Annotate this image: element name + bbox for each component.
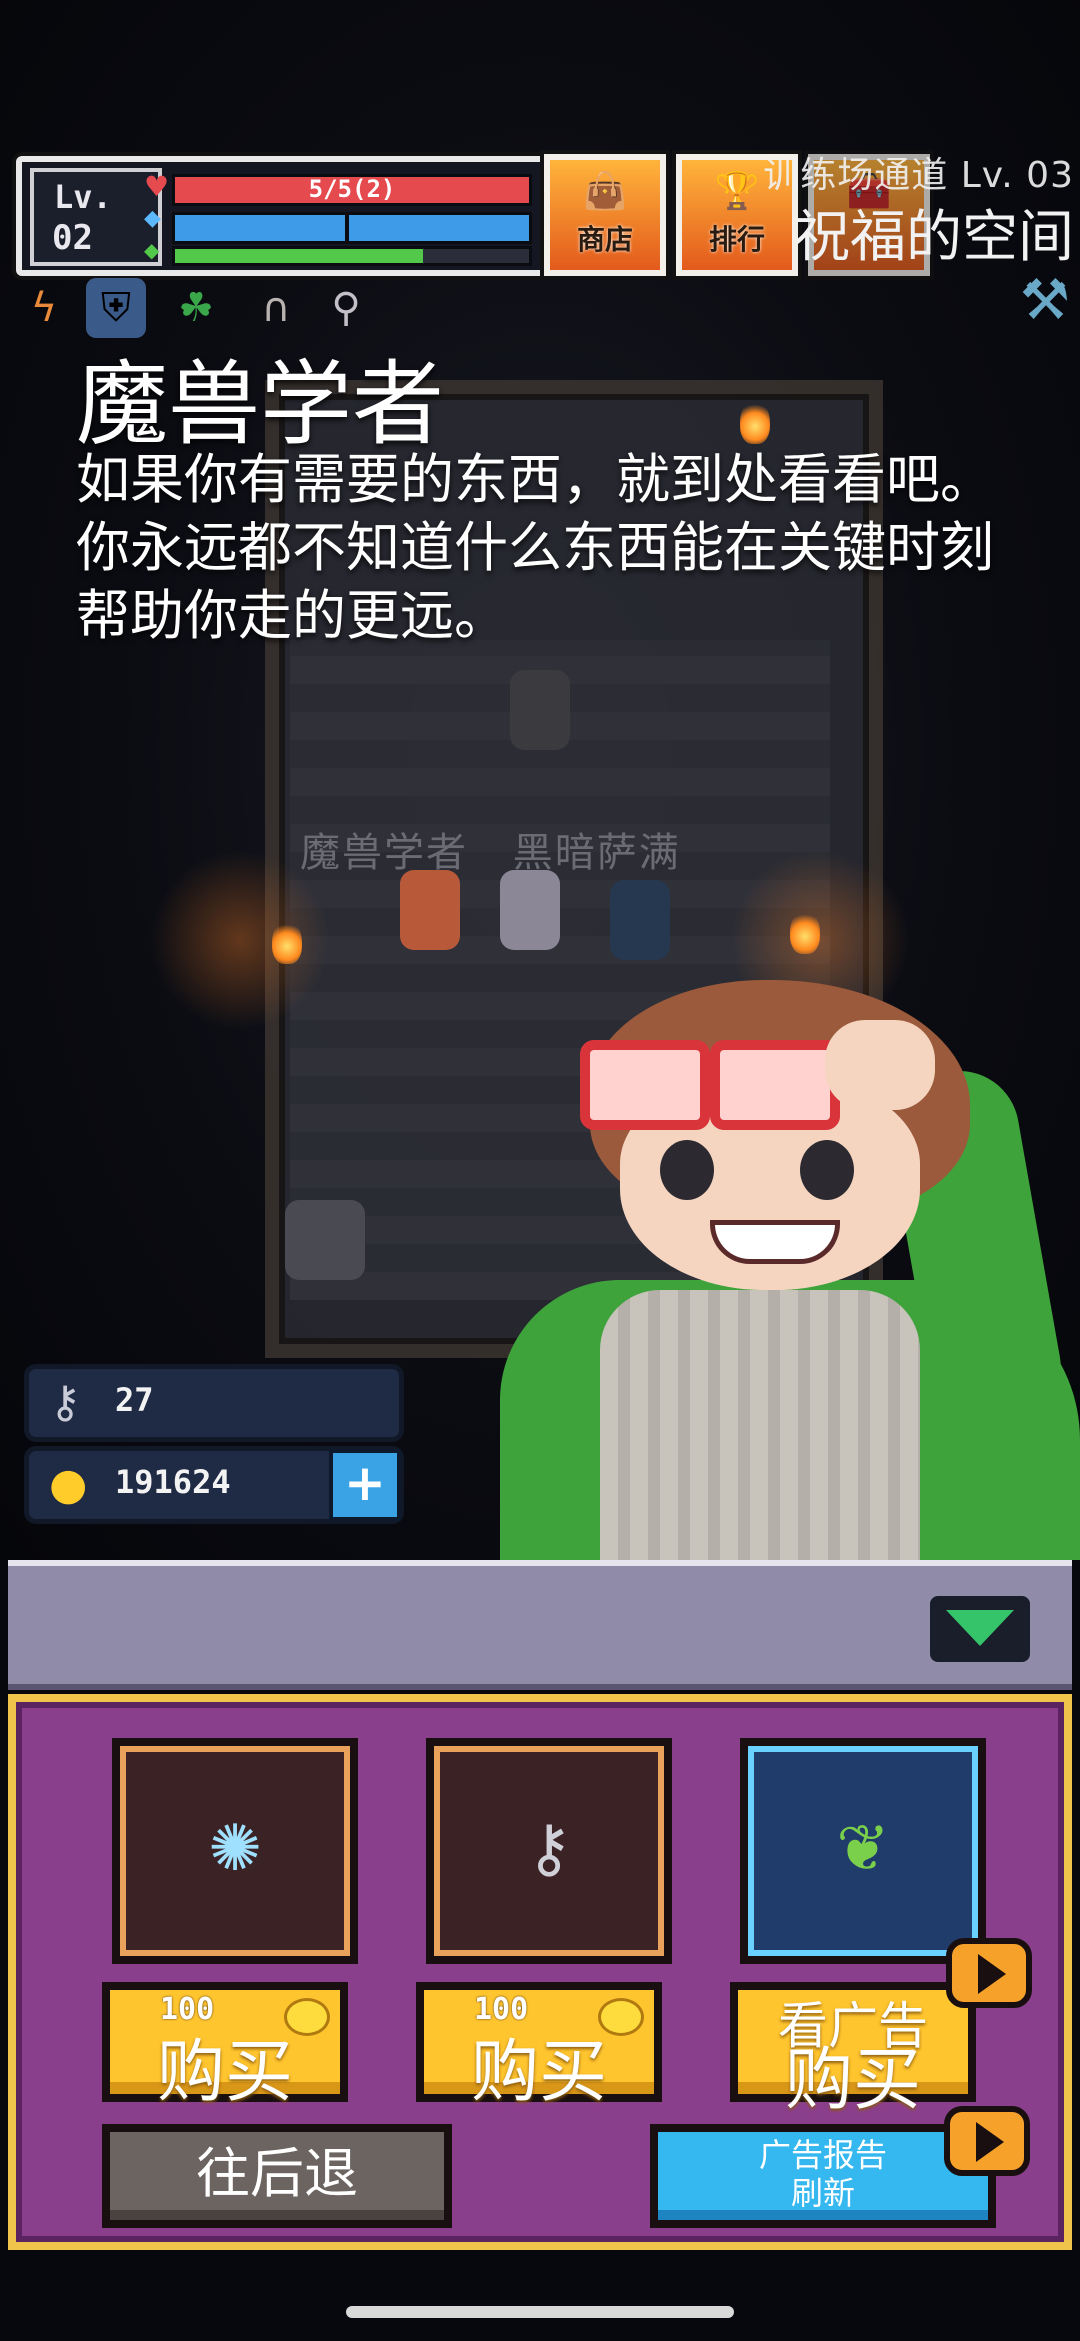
room-name: 祝福的空间 <box>794 205 1074 270</box>
play-icon <box>976 2122 1004 2162</box>
horseshoe-icon: ∩ <box>261 285 291 331</box>
refresh-label-line1: 广告报告 <box>758 2136 887 2174</box>
back-button[interactable]: 往后退 <box>102 2124 452 2228</box>
npc-label: 魔兽学者 <box>300 830 468 876</box>
portrait-eye <box>660 1140 714 1200</box>
buy-button-3[interactable]: 看广告 购买 <box>730 1982 976 2120</box>
key-icon: ⚷ <box>49 1377 82 1428</box>
torch-icon <box>740 400 770 444</box>
clover-icon: ☘ <box>178 285 214 331</box>
add-gold-button[interactable]: + <box>329 1449 401 1521</box>
dialogue-text: 如果你有需要的东西，就到处看看吧。你永远都不知道什么东西能在关键时刻帮助你走的更… <box>76 448 994 647</box>
crystal-orb-icon: ✺ <box>208 1812 262 1886</box>
shield-icon: ◆ <box>144 206 161 231</box>
npc-name-labels: 魔兽学者 黑暗萨满 <box>300 820 780 878</box>
level-box: Lv. 02 <box>30 168 162 266</box>
game-screen: 魔兽学者 黑暗萨满 Lv. 02 ♥ ◆ ◆ 5/5(2) 👜 商店 🏆 排行 … <box>0 0 1080 2341</box>
buy-label: 购买 <box>470 2033 607 2112</box>
keys-counter: ⚷ 27 <box>24 1364 404 1442</box>
key-icon: ⚷ <box>525 1812 573 1886</box>
shield-bar-divider <box>345 215 349 241</box>
energy-icon: ◆ <box>144 238 160 262</box>
npc-sprite <box>400 870 460 950</box>
keys-value: 27 <box>115 1381 154 1419</box>
gold-value: 191624 <box>115 1463 231 1501</box>
shop-panel: ✺ ⚷ ❦ 100 购买 100 购买 看广告 购买 往后退 广告报告 刷新 <box>8 1694 1072 2250</box>
goggle-lens <box>710 1040 840 1130</box>
portrait-eye <box>800 1140 854 1200</box>
location-title: 训练场通道 Lv. 03 祝福的空间 <box>763 146 1074 273</box>
ad-video-badge[interactable] <box>944 2106 1030 2176</box>
barrel-sprite <box>285 1200 365 1280</box>
npc-sprite <box>500 870 560 950</box>
player-status-panel[interactable]: Lv. 02 ♥ ◆ ◆ 5/5(2) <box>16 156 548 276</box>
buy-label: 购买 <box>784 2041 921 2120</box>
buy-button-1[interactable]: 100 购买 <box>102 1982 348 2112</box>
torch-icon <box>272 920 302 964</box>
buy-button-2[interactable]: 100 购买 <box>416 1982 662 2112</box>
whisk-icon: ⚲ <box>331 285 361 331</box>
refresh-label-line2: 刷新 <box>790 2174 855 2212</box>
chevron-down-icon <box>946 1610 1014 1646</box>
npc-sprite <box>510 670 570 750</box>
goggle-lens <box>580 1040 710 1130</box>
shield-bar <box>172 212 532 244</box>
green-leaf-item-icon: ❦ <box>836 1812 890 1886</box>
home-indicator[interactable] <box>346 2306 734 2318</box>
gold-counter: ● 191624 + <box>24 1446 404 1524</box>
ad-video-badge[interactable] <box>946 1938 1032 2008</box>
level-label: Lv. <box>54 178 112 216</box>
heart-icon: ♥ <box>144 170 170 203</box>
shop-item-slot-2[interactable]: ⚷ <box>426 1738 672 1964</box>
level-value: 02 <box>52 218 93 258</box>
shop-item-slot-1[interactable]: ✺ <box>112 1738 358 1964</box>
energy-bar-fill <box>175 249 423 263</box>
shopping-bag-icon: 👜 <box>582 171 628 212</box>
dungeon-name: 训练场通道 Lv. 03 <box>763 155 1074 196</box>
play-icon <box>978 1954 1006 1994</box>
buy-label: 购买 <box>156 2033 293 2112</box>
collapse-button[interactable] <box>930 1596 1030 1662</box>
gold-coin-icon: ● <box>49 1459 88 1510</box>
health-text: 5/5(2) <box>308 175 396 203</box>
shop-item-slot-3[interactable]: ❦ <box>740 1738 986 1964</box>
shop-button[interactable]: 👜 商店 <box>544 154 666 276</box>
portrait-sweater <box>600 1290 920 1560</box>
dialogue-speaker: 魔兽学者 <box>76 351 445 458</box>
axe-icon: ⚒ <box>1019 268 1070 333</box>
npc-label: 黑暗萨满 <box>512 830 681 876</box>
shield-buff-icon: ⛨ <box>86 278 146 338</box>
portrait-mouth <box>710 1220 840 1264</box>
npc-portrait <box>470 940 1080 1560</box>
shop-button-label: 商店 <box>576 223 633 256</box>
lightning-icon: ϟ <box>30 285 58 331</box>
energy-bar <box>172 246 532 266</box>
portrait-hand <box>825 1020 935 1110</box>
shop-header-bar <box>8 1560 1072 1690</box>
health-bar: 5/5(2) <box>172 174 532 206</box>
